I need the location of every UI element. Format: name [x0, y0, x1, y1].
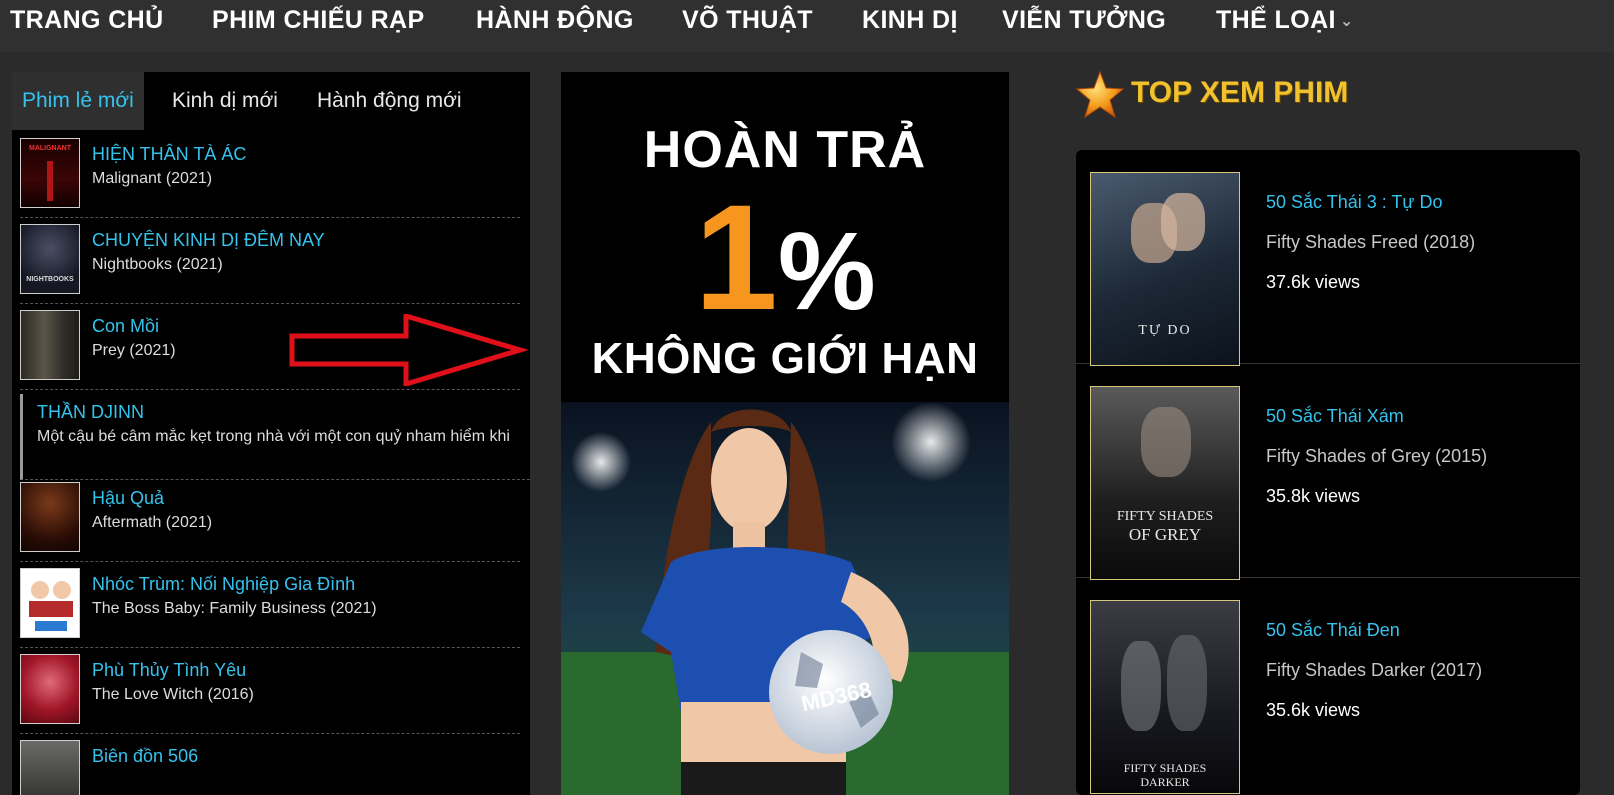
poster-title: FIFTY SHADES — [1123, 761, 1207, 775]
movie-subtitle: Aftermath (2021) — [92, 514, 213, 531]
movie-thumbnail[interactable] — [20, 482, 80, 552]
tab-new-horror[interactable]: Kinh dị mới — [172, 72, 278, 130]
movie-title[interactable]: Nhóc Trùm: Nối Nghiệp Gia Đình — [92, 574, 355, 595]
list-item[interactable]: Nhóc Trùm: Nối Nghiệp Gia Đình The Boss … — [20, 560, 520, 648]
thumbnail-caption: MALIGNANT — [29, 145, 71, 152]
ad-percentage: 1% — [561, 177, 1009, 352]
top-views-title: TOP XEM PHIM — [1131, 76, 1349, 109]
top-movie-original: Fifty Shades of Grey (2015) — [1266, 446, 1488, 466]
list-item[interactable]: Phù Thủy Tình Yêu The Love Witch (2016) — [20, 646, 520, 734]
nav-action[interactable]: HÀNH ĐỘNG — [476, 6, 634, 35]
tab-new-movies[interactable]: Phim lẻ mới — [12, 72, 144, 130]
poster-title: TỰ DO — [1138, 323, 1192, 338]
movie-title[interactable]: HIỆN THÂN TÀ ÁC — [92, 144, 246, 165]
movie-thumbnail[interactable] — [20, 310, 80, 380]
movie-thumbnail[interactable] — [20, 654, 80, 724]
list-item[interactable]: Biên đồn 506 — [20, 732, 520, 795]
movie-title[interactable]: THẦN DJINN — [37, 402, 144, 423]
tab-bar: Phim lẻ mới Kinh dị mới Hành động mới — [12, 72, 530, 130]
top-movie-title[interactable]: 50 Sắc Thái Xám — [1266, 406, 1404, 427]
tab-new-action[interactable]: Hành động mới — [317, 72, 462, 130]
top-list-item[interactable]: FIFTY SHADES DARKER 50 Sắc Thái Đen Fift… — [1076, 578, 1580, 794]
nav-horror[interactable]: KINH DỊ — [862, 6, 958, 35]
advertisement-banner[interactable]: HOÀN TRẢ 1% KHÔNG GIỚI HẠN MD368 — [561, 72, 1009, 795]
movie-title[interactable]: Phù Thủy Tình Yêu — [92, 660, 246, 681]
thumbnail-caption: NIGHTBOOKS — [26, 276, 74, 283]
ad-percentage-sign: % — [777, 210, 876, 333]
list-item[interactable]: NIGHTBOOKS CHUYỆN KINH DỊ ĐÊM NAY Nightb… — [20, 216, 520, 304]
movie-poster[interactable]: TỰ DO — [1090, 172, 1240, 366]
top-movie-views: 37.6k views — [1266, 272, 1361, 292]
top-list-item[interactable]: TỰ DO 50 Sắc Thái 3 : Tự Do Fifty Shades… — [1076, 150, 1580, 366]
top-navigation: TRANG CHỦ PHIM CHIẾU RẠP HÀNH ĐỘNG VÕ TH… — [0, 0, 1614, 52]
top-movie-original: Fifty Shades Freed (2018) — [1266, 232, 1476, 252]
poster-subtitle: DARKER — [1140, 775, 1190, 789]
movie-title[interactable]: Con Mồi — [92, 316, 159, 337]
movie-subtitle: Malignant (2021) — [92, 170, 213, 187]
movie-description: Một cậu bé câm mắc kẹt trong nhà với một… — [37, 428, 510, 445]
nav-genres-label: THỂ LOẠI — [1216, 6, 1336, 34]
top-movie-views: 35.8k views — [1266, 486, 1361, 506]
movie-thumbnail[interactable]: NIGHTBOOKS — [20, 224, 80, 294]
movie-poster[interactable]: FIFTY SHADES DARKER — [1090, 600, 1240, 794]
movie-subtitle: The Love Witch (2016) — [92, 686, 254, 703]
movie-title[interactable]: Hậu Quả — [92, 488, 164, 509]
chevron-down-icon: ⌄ — [1339, 13, 1354, 31]
top-movie-views: 35.6k views — [1266, 700, 1361, 720]
top-movie-title[interactable]: 50 Sắc Thái 3 : Tự Do — [1266, 192, 1442, 213]
nav-martial-arts[interactable]: VÕ THUẬT — [682, 6, 813, 35]
star-icon — [1075, 70, 1125, 119]
nav-cinema[interactable]: PHIM CHIẾU RẠP — [212, 6, 425, 35]
top-list-item[interactable]: FIFTY SHADES OF GREY 50 Sắc Thái Xám Fif… — [1076, 364, 1580, 580]
movie-subtitle: Nightbooks (2021) — [92, 256, 223, 273]
movie-title[interactable]: CHUYỆN KINH DỊ ĐÊM NAY — [92, 230, 325, 251]
movie-thumbnail[interactable] — [20, 568, 80, 638]
ad-percentage-number: 1 — [694, 173, 778, 341]
top-movie-title[interactable]: 50 Sắc Thái Đen — [1266, 620, 1400, 641]
poster-subtitle: OF GREY — [1128, 525, 1202, 544]
movie-subtitle: Prey (2021) — [92, 342, 176, 359]
poster-title: FIFTY SHADES — [1116, 509, 1214, 524]
nav-scifi[interactable]: VIỄN TƯỞNG — [1002, 6, 1166, 35]
movie-subtitle: The Boss Baby: Family Business (2021) — [92, 600, 377, 617]
new-movies-panel: Phim lẻ mới Kinh dị mới Hành động mới MA… — [12, 72, 530, 795]
ad-promo-image — [561, 402, 1009, 795]
red-arrow-icon — [289, 314, 528, 386]
list-item[interactable]: Hậu Quả Aftermath (2021) — [20, 474, 520, 562]
movie-title[interactable]: Biên đồn 506 — [92, 746, 198, 767]
top-movie-original: Fifty Shades Darker (2017) — [1266, 660, 1483, 680]
nav-genres[interactable]: THỂ LOẠI ⌄ — [1216, 6, 1354, 35]
movie-thumbnail[interactable]: MALIGNANT — [20, 138, 80, 208]
list-item[interactable]: MALIGNANT HIỆN THÂN TÀ ÁC Malignant (202… — [20, 130, 520, 218]
ad-subheadline: KHÔNG GIỚI HẠN — [591, 334, 979, 383]
movie-poster[interactable]: FIFTY SHADES OF GREY — [1090, 386, 1240, 580]
movie-thumbnail[interactable] — [20, 740, 80, 795]
top-views-list: TỰ DO 50 Sắc Thái 3 : Tự Do Fifty Shades… — [1076, 150, 1580, 795]
nav-home[interactable]: TRANG CHỦ — [10, 6, 164, 35]
list-item[interactable]: THẦN DJINN Một cậu bé câm mắc kẹt trong … — [20, 394, 530, 480]
ad-headline: HOÀN TRẢ — [643, 121, 927, 179]
